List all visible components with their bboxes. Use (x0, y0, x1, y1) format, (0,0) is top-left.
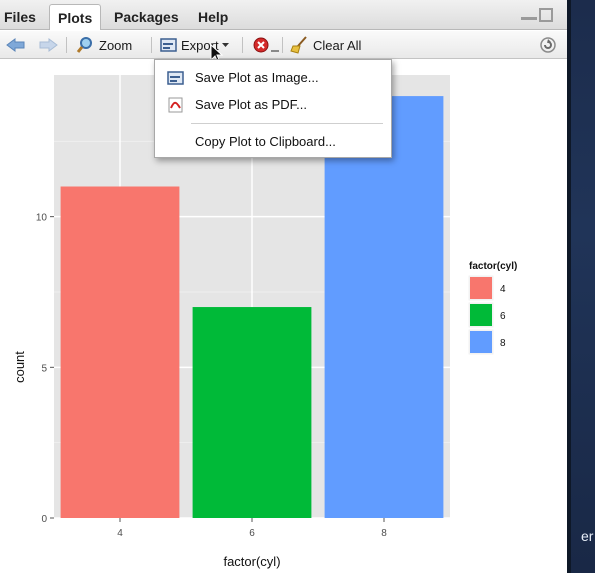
toolbar-separator (282, 37, 283, 53)
legend-label: 4 (500, 284, 506, 295)
minimize-pane-button[interactable] (521, 17, 537, 20)
desktop-window-text: er (581, 528, 594, 544)
bar-cyl-6 (192, 307, 312, 518)
bar-cyl-8 (324, 96, 444, 518)
plots-pane: Files Plots Packages Help Zoom Export Cl… (0, 0, 567, 573)
pane-window-controls (521, 8, 555, 24)
export-menu: Save Plot as Image... Save Plot as PDF..… (154, 59, 392, 158)
menu-item-label: Save Plot as PDF... (195, 97, 307, 112)
window-edge (567, 0, 571, 573)
menu-separator (191, 123, 383, 124)
save-plot-as-image-item[interactable]: Save Plot as Image... (155, 66, 391, 90)
clear-all-button[interactable]: Clear All (290, 31, 361, 59)
broom-icon (290, 36, 307, 54)
x-tick-label: 6 (249, 528, 255, 539)
plots-toolbar: Zoom Export Clear All (0, 31, 567, 59)
refresh-icon (540, 37, 556, 53)
export-icon (160, 38, 177, 52)
desktop-background (567, 0, 595, 573)
remove-plot-button[interactable] (252, 31, 279, 59)
zoom-label: Zoom (99, 37, 133, 53)
save-plot-as-pdf-item[interactable]: Save Plot as PDF... (155, 93, 391, 117)
y-axis-title: count (12, 351, 27, 383)
legend-key-6 (470, 304, 492, 326)
x-axis-title: factor(cyl) (223, 554, 280, 569)
copy-plot-to-clipboard-item[interactable]: Copy Plot to Clipboard... (155, 130, 391, 154)
toolbar-separator (66, 37, 67, 53)
tab-plots[interactable]: Plots (49, 4, 102, 30)
menu-item-label: Copy Plot to Clipboard... (195, 134, 336, 149)
tab-help[interactable]: Help (190, 4, 236, 30)
y-tick-label: 5 (41, 363, 47, 374)
back-button[interactable] (6, 31, 26, 59)
image-icon (167, 71, 184, 85)
menu-item-label: Save Plot as Image... (195, 70, 319, 85)
clear-all-label: Clear All (313, 37, 362, 53)
zoom-button[interactable]: Zoom (76, 31, 132, 59)
bar-cyl-4 (60, 186, 180, 518)
x-tick-label: 8 (381, 528, 387, 539)
pdf-icon (168, 97, 183, 113)
y-tick-label: 0 (41, 514, 47, 525)
tab-bar: Files Plots Packages Help (0, 0, 567, 30)
remove-plot-shadow (271, 48, 279, 52)
legend-key-4 (470, 277, 492, 299)
refresh-button[interactable] (539, 31, 557, 59)
tab-files[interactable]: Files (0, 4, 44, 30)
arrow-left-icon (6, 38, 25, 52)
maximize-pane-button[interactable] (539, 8, 553, 22)
legend-key-8 (470, 331, 492, 353)
legend: factor(cyl) 4 6 8 (467, 261, 517, 356)
forward-button[interactable] (38, 31, 58, 59)
remove-plot-icon (253, 37, 269, 53)
tab-packages[interactable]: Packages (106, 4, 187, 30)
legend-label: 6 (500, 311, 506, 322)
legend-title: factor(cyl) (469, 261, 517, 272)
arrow-right-icon (39, 38, 58, 52)
y-tick-label: 10 (36, 213, 48, 224)
zoom-icon (76, 37, 92, 53)
toolbar-separator (242, 37, 243, 53)
legend-label: 8 (500, 338, 506, 349)
x-tick-label: 4 (117, 528, 123, 539)
toolbar-separator (151, 37, 152, 53)
